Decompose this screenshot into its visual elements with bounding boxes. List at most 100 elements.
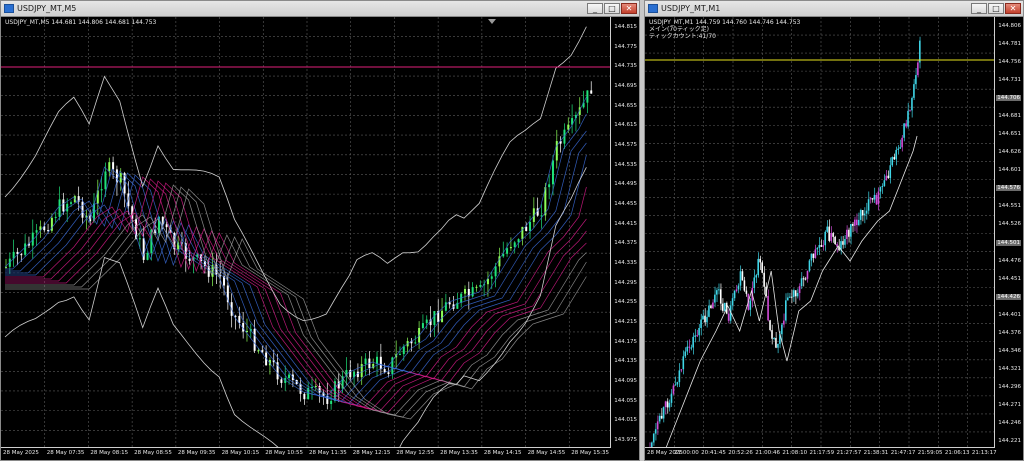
candle-body	[808, 260, 811, 271]
price-tick-label: 144.375	[614, 240, 637, 247]
price-tick-label: 144.615	[614, 122, 637, 129]
close-button[interactable]: ✕	[1005, 3, 1021, 14]
time-tick-label: 28 May 07:35	[46, 450, 85, 456]
candle-body	[761, 262, 763, 273]
price-tick-label: 144.296	[998, 383, 1021, 390]
candle-body	[398, 354, 401, 356]
window-titlebar[interactable]: USDJPY_MT,M5 _ □ ✕	[1, 1, 639, 17]
candle-body	[672, 385, 675, 394]
time-tick-label: 28 May 10:15	[221, 450, 260, 456]
candle-body	[716, 290, 718, 295]
price-tick-label: 144.175	[614, 338, 637, 345]
minimize-button[interactable]: _	[587, 3, 603, 14]
candle-body	[859, 210, 862, 220]
candle-body	[917, 62, 919, 76]
time-tick-label: 21:27:57	[836, 450, 862, 456]
price-tick-label: 144.135	[614, 358, 637, 365]
candle-body	[893, 157, 896, 160]
candle-body	[826, 226, 828, 232]
price-chart-area[interactable]	[1, 17, 613, 450]
maximize-button[interactable]: □	[604, 3, 620, 14]
candle-body	[853, 219, 856, 226]
time-tick-label: 21:13:17	[971, 450, 997, 456]
chart-window-m1[interactable]: USDJPY_MT,M1 _ □ ✕ USDJPY_MT,M1 144.759 …	[644, 0, 1024, 461]
candle-body	[861, 210, 864, 216]
time-tick-label: 21:59:05	[917, 450, 943, 456]
candle-body	[234, 315, 237, 317]
candle-body	[850, 223, 852, 237]
bollinger-bands	[4, 26, 587, 450]
candle-body	[479, 285, 482, 287]
time-tick-label: 28 May 08:15	[90, 450, 129, 456]
candle-body	[830, 233, 832, 241]
maximize-button[interactable]: □	[988, 3, 1004, 14]
candle-body	[678, 370, 681, 383]
candle-body	[387, 372, 390, 374]
moving-average-line	[5, 180, 587, 412]
price-axis[interactable]: 144.815 144.775 144.735 144.695 144.655 144.6…	[610, 17, 639, 448]
candle-body	[303, 393, 306, 400]
time-tick-label: 28 May 10:55	[265, 450, 303, 456]
window-title: USDJPY_MT,M5	[17, 4, 77, 13]
price-chart-svg[interactable]	[1, 17, 613, 450]
candle-body	[448, 302, 451, 305]
candle-body	[863, 213, 866, 216]
candle-body	[909, 110, 911, 112]
price-tick-label: 144.651	[998, 131, 1021, 138]
candle-body	[356, 371, 359, 377]
moving-average-line	[5, 182, 587, 414]
candle-body	[911, 97, 913, 111]
time-axis[interactable]: 28 May 2025 21:00:00 20:41:45 20:52:26 21:00…	[645, 447, 997, 460]
candle-body	[710, 305, 712, 309]
minimize-button[interactable]: _	[971, 3, 987, 14]
candle-body	[889, 165, 892, 179]
price-tick-label: 144.655	[614, 102, 637, 109]
candle-body	[257, 350, 260, 352]
candle-body	[104, 171, 107, 190]
candle-body	[822, 245, 825, 247]
candle-body	[590, 90, 593, 94]
price-axis[interactable]: 144.806 144.781 144.756 144.731 144.706 144.6…	[994, 17, 1023, 448]
candle-body	[865, 210, 868, 214]
candle-body	[100, 189, 103, 191]
candle-body	[330, 400, 333, 404]
time-tick-label: 21:00:46	[755, 450, 780, 456]
candle-body	[694, 335, 696, 337]
candle-body	[741, 271, 744, 281]
time-axis[interactable]: 28 May 2025 28 May 07:35 28 May 08:15 28 Ma…	[1, 447, 611, 460]
window-titlebar[interactable]: USDJPY_MT,M1 _ □ ✕	[645, 1, 1023, 17]
candle-body	[112, 162, 115, 170]
candle-body	[857, 219, 860, 226]
candle-body	[775, 337, 777, 348]
price-tick-label: 144.455	[614, 200, 637, 207]
candle-body	[138, 238, 141, 240]
price-chart-svg[interactable]	[645, 17, 997, 450]
close-button[interactable]: ✕	[621, 3, 637, 14]
price-tick-label: 144.476	[998, 257, 1021, 264]
candle-body	[901, 137, 903, 148]
price-tick-label: 144.271	[998, 401, 1021, 408]
candle-body	[54, 216, 57, 218]
candle-body	[723, 302, 726, 311]
time-tick-label: 28 May 15:35	[571, 450, 609, 456]
candle-body	[786, 297, 789, 301]
time-tick-label: 28 May 11:35	[309, 450, 347, 456]
candle-body	[844, 239, 846, 245]
ohlc-line: USDJPY_MT,M1 144.759 144.760 144.746 144…	[649, 19, 801, 26]
chart-window-m5[interactable]: USDJPY_MT,M5 _ □ ✕ USDJPY_MT,M5 144.681 …	[0, 0, 640, 461]
price-tick-label: 144.346	[998, 347, 1021, 354]
candle-body	[525, 226, 528, 232]
candle-body	[769, 320, 771, 331]
price-tick-label: 144.495	[614, 181, 637, 188]
candle-body	[777, 343, 779, 348]
candle-body	[767, 295, 769, 321]
candle-body	[383, 369, 386, 373]
candle-body	[881, 186, 884, 188]
time-tick-label: 21:17:59	[809, 450, 835, 456]
price-chart-area[interactable]	[645, 17, 997, 450]
candle-body	[879, 187, 882, 192]
price-tick-label: 144.781	[998, 41, 1021, 48]
candle-body	[739, 271, 742, 286]
candle-body	[763, 272, 765, 287]
candle-body	[506, 248, 509, 254]
